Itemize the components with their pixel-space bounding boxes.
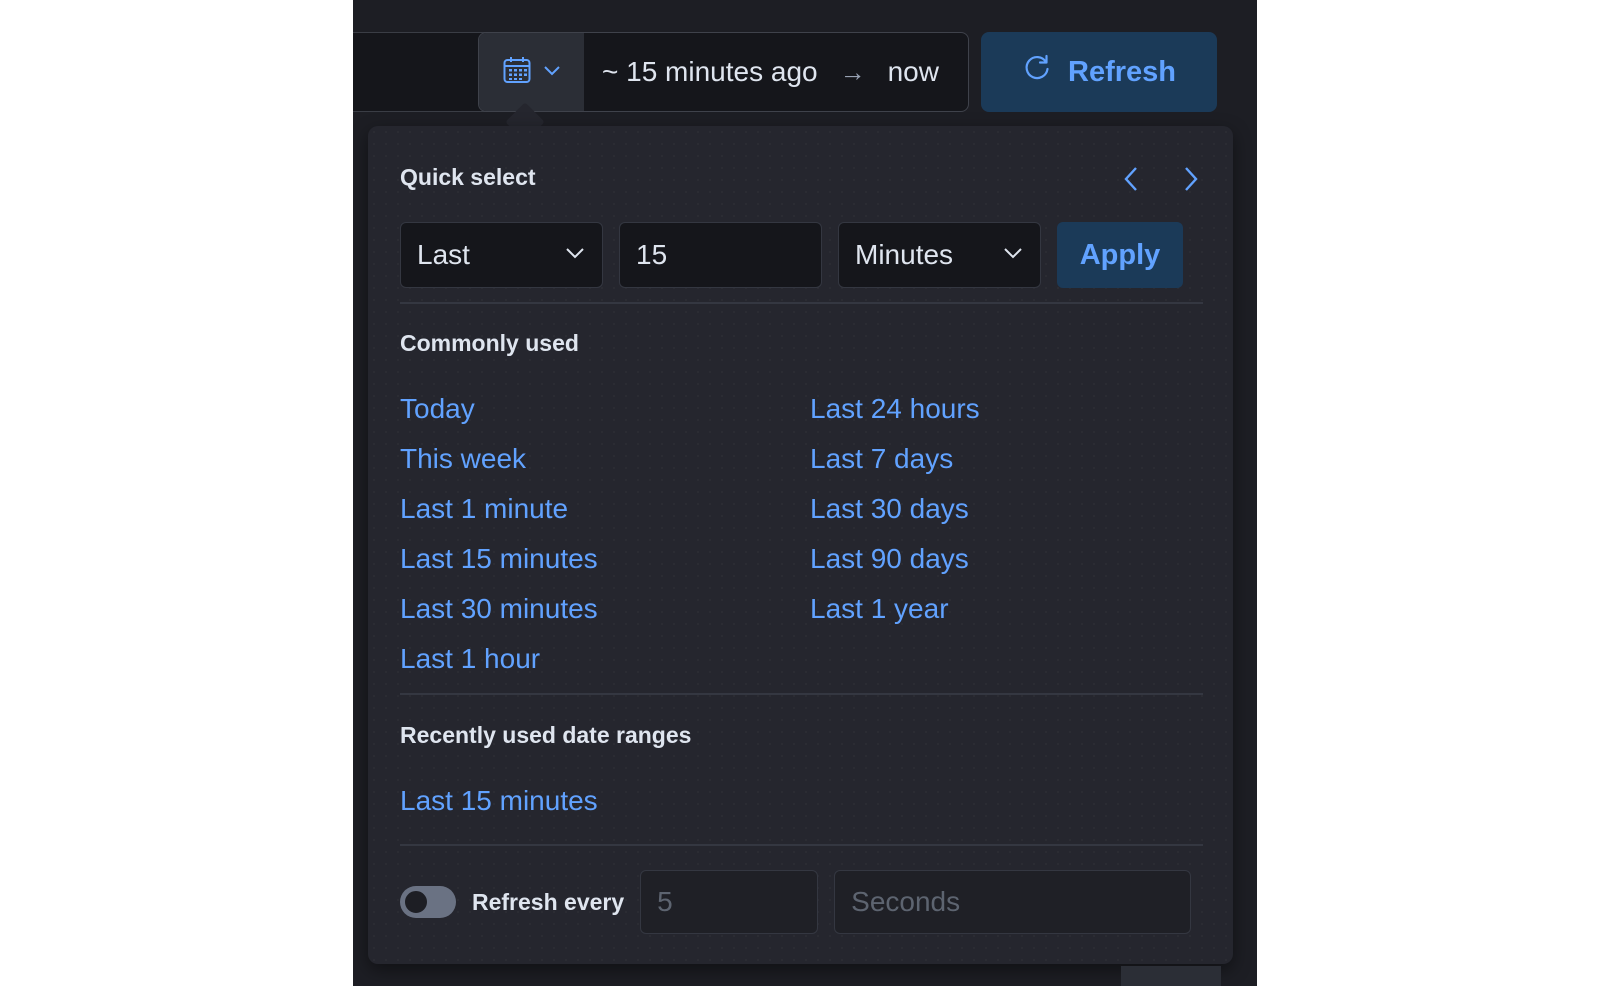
range-start[interactable]: ~ 15 minutes ago bbox=[602, 56, 818, 88]
common-range-link[interactable]: Last 7 days bbox=[810, 434, 1203, 484]
chevron-down-icon bbox=[542, 60, 562, 85]
divider bbox=[400, 302, 1203, 304]
refresh-every-label: Refresh every bbox=[472, 888, 625, 915]
chevron-down-icon bbox=[564, 239, 586, 271]
quick-select-popover: Quick select Last 15 Minutes Apply Commo… bbox=[368, 126, 1233, 964]
refresh-unit-select[interactable]: Seconds bbox=[834, 870, 1192, 934]
amount-input[interactable]: 15 bbox=[619, 222, 822, 288]
common-range-link[interactable]: Last 1 year bbox=[810, 584, 1203, 634]
toggle-knob bbox=[403, 889, 429, 915]
unit-select[interactable]: Minutes bbox=[838, 222, 1041, 288]
refresh-button[interactable]: Refresh bbox=[981, 32, 1217, 112]
calendar-icon bbox=[502, 55, 532, 90]
common-range-link[interactable]: This week bbox=[400, 434, 810, 484]
common-range-link[interactable]: Last 1 minute bbox=[400, 484, 810, 534]
quick-select-nav bbox=[1121, 164, 1201, 199]
direction-select[interactable]: Last bbox=[400, 222, 603, 288]
range-end[interactable]: now bbox=[888, 56, 939, 88]
refresh-interval-input[interactable]: 5 bbox=[640, 870, 819, 934]
divider bbox=[400, 844, 1203, 846]
unit-select-value: Minutes bbox=[855, 239, 954, 270]
arrow-right-icon: → bbox=[839, 56, 866, 87]
quick-select-toggle-button[interactable] bbox=[479, 33, 584, 111]
refresh-unit-placeholder: Seconds bbox=[851, 886, 961, 917]
common-range-link[interactable]: Last 30 days bbox=[810, 484, 1203, 534]
refresh-icon bbox=[1022, 53, 1052, 91]
refresh-interval-placeholder: 5 bbox=[657, 886, 673, 917]
common-range-link[interactable]: Last 30 minutes bbox=[400, 584, 810, 634]
commonly-used-title: Commonly used bbox=[400, 330, 579, 356]
common-range-link[interactable]: Today bbox=[400, 384, 810, 434]
chevron-right-icon[interactable] bbox=[1179, 164, 1201, 199]
chevron-down-icon bbox=[1002, 239, 1024, 271]
amount-input-value: 15 bbox=[636, 239, 668, 270]
common-range-link[interactable]: Last 24 hours bbox=[810, 384, 1203, 434]
auto-refresh-toggle[interactable] bbox=[400, 886, 456, 918]
quick-select-row: Last 15 Minutes Apply bbox=[400, 222, 1183, 288]
refresh-button-label: Refresh bbox=[1068, 55, 1176, 88]
recent-range-link[interactable]: Last 15 minutes bbox=[400, 776, 598, 826]
background-panel-edge bbox=[1121, 966, 1221, 986]
auto-refresh-row: Refresh every 5 Seconds bbox=[400, 870, 1192, 934]
recently-used-title: Recently used date ranges bbox=[400, 722, 692, 748]
apply-button[interactable]: Apply bbox=[1057, 222, 1183, 288]
direction-select-value: Last bbox=[417, 239, 470, 270]
common-range-link[interactable]: Last 90 days bbox=[810, 534, 1203, 584]
divider bbox=[400, 693, 1203, 695]
chevron-left-icon[interactable] bbox=[1121, 164, 1143, 199]
commonly-used-list: Today This week Last 1 minute Last 15 mi… bbox=[400, 384, 1203, 684]
quick-select-title: Quick select bbox=[400, 164, 536, 190]
range-display[interactable]: ~ 15 minutes ago → now bbox=[584, 33, 968, 111]
common-range-link[interactable]: Last 1 hour bbox=[400, 634, 810, 684]
common-range-link[interactable]: Last 15 minutes bbox=[400, 534, 810, 584]
app-stage: ~ 15 minutes ago → now Refresh Quick sel… bbox=[353, 0, 1257, 986]
date-picker: ~ 15 minutes ago → now bbox=[478, 32, 969, 112]
